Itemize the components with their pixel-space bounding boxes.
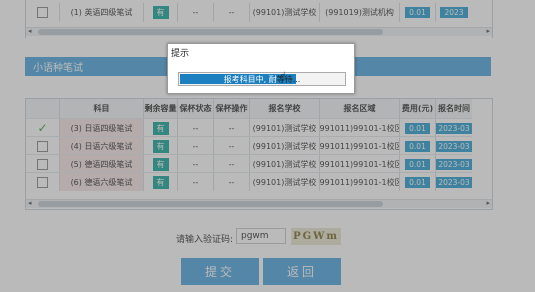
progress-dialog: 提示 报考科目中, 耐等待... ☝ [167, 43, 355, 94]
dialog-title: 提示 [171, 49, 190, 59]
progress-bar: 报考科目中, 耐等待... ☝ [178, 71, 346, 86]
mouse-cursor-icon: ☝ [280, 71, 287, 82]
progress-message: 报考科目中, 耐 [223, 74, 277, 84]
